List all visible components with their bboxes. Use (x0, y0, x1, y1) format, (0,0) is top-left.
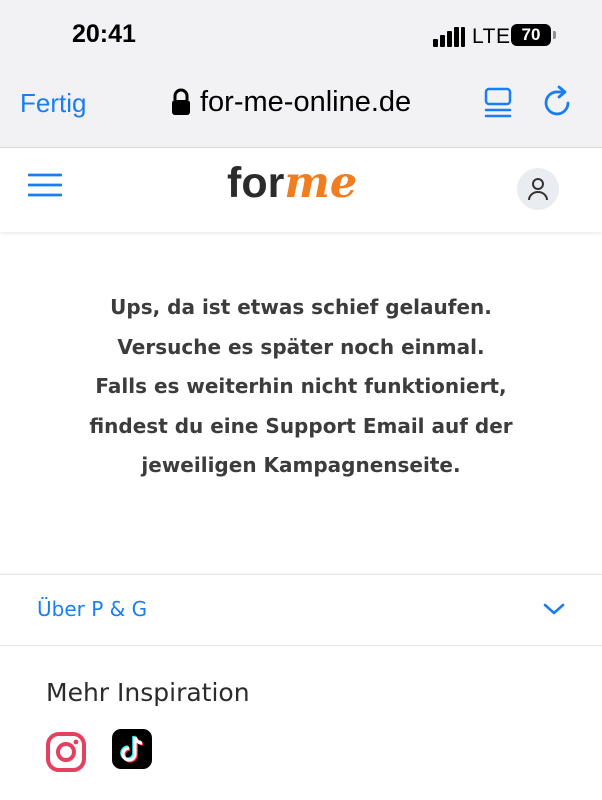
url-text: for-me-online.de (200, 85, 412, 118)
reload-icon[interactable] (541, 85, 575, 119)
error-message: Ups, da ist etwas schief gelaufen. Versu… (20, 288, 582, 486)
lock-icon (172, 88, 190, 115)
logo-for-text: for (227, 159, 285, 207)
user-icon (528, 178, 548, 201)
error-line: Ups, da ist etwas schief gelaufen. (110, 295, 492, 319)
address-bar[interactable]: for-me-online.de (170, 84, 411, 120)
error-line: findest du eine Support Email auf der (89, 413, 513, 438)
logo-me-text: me (284, 158, 358, 208)
accordion-label: Über P & G (37, 597, 148, 621)
done-button[interactable]: Fertig (20, 88, 86, 119)
error-line: Falls es weiterhin nicht funktioniert, (95, 374, 507, 398)
network-type: LTE (472, 25, 511, 48)
about-pg-accordion[interactable]: Über P & G (0, 574, 602, 646)
battery-cap (553, 31, 556, 39)
site-header: forme (0, 149, 602, 232)
hamburger-menu-icon[interactable] (28, 171, 62, 199)
tiktok-icon[interactable] (112, 729, 152, 769)
signal-strength-icon (433, 25, 465, 47)
browser-toolbar: Fertig for-me-online.de (0, 72, 602, 148)
more-inspiration-title: Mehr Inspiration (46, 678, 250, 707)
instagram-icon[interactable] (46, 732, 86, 772)
status-bar: 20:41 LTE 70 (0, 0, 602, 72)
tiktok-note-glyph (120, 735, 144, 763)
user-account-button[interactable] (517, 168, 559, 210)
error-line: jeweiligen Kampagnenseite. (141, 453, 461, 477)
forme-logo[interactable]: forme (227, 158, 357, 208)
chevron-down-icon (543, 603, 565, 615)
error-line: Versuche es später noch einmal. (117, 334, 485, 359)
status-time: 20:41 (72, 20, 136, 48)
reader-icon[interactable] (484, 86, 512, 118)
battery-icon: 70 (511, 24, 551, 46)
